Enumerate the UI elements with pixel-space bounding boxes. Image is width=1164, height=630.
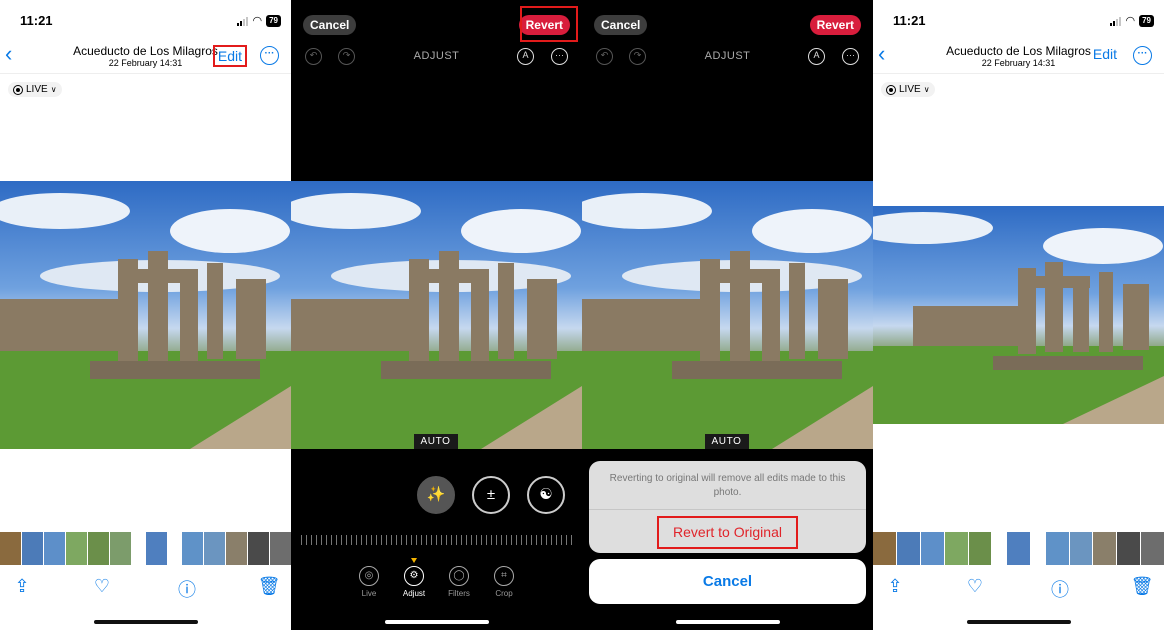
wifi-icon: ◠ (1125, 15, 1136, 27)
tab-live[interactable]: ◎ Live (351, 566, 387, 598)
thumbnail-strip[interactable] (0, 532, 291, 565)
highlight-box (520, 6, 578, 42)
live-icon: ◎ (359, 566, 379, 586)
magic-wand-icon[interactable]: ✨ (417, 476, 455, 514)
chevron-down-icon: ∨ (50, 85, 57, 94)
selected-indicator (411, 558, 417, 563)
status-icons: ◠ 79 (1110, 14, 1154, 27)
panel-adjust-editor: Cancel Revert ↶ ↷ ADJUST A ··· AUTO ✨ ± … (291, 0, 582, 630)
divider (589, 509, 866, 510)
more-icon[interactable]: ··· (1133, 46, 1152, 65)
status-time: 11:21 (893, 13, 926, 28)
panel-photo-reverted: 11:21 ◠ 79 ‹ Acueducto de Los Milagros 2… (873, 0, 1164, 630)
more-icon[interactable]: ··· (551, 48, 568, 65)
cancel-button[interactable]: Cancel (303, 15, 357, 35)
tab-crop[interactable]: ⌗ Crop (486, 566, 522, 598)
battery-badge: 79 (1139, 14, 1154, 27)
photo-header: ‹ Acueducto de Los Milagros 22 February … (873, 40, 1164, 74)
live-icon (886, 84, 896, 95)
sheet-message: Reverting to original will remove all ed… (609, 473, 846, 498)
status-icons: ◠ 79 (237, 14, 281, 27)
share-icon[interactable]: ⇪ (883, 576, 907, 597)
crop-icon: ⌗ (494, 566, 514, 586)
bottom-toolbar: ⇪ ♡ ⓘ 🗑︎ (873, 572, 1164, 602)
edit-button[interactable]: Edit (1090, 45, 1120, 63)
home-indicator[interactable] (966, 620, 1071, 624)
filters-icon: ◯ (449, 566, 469, 586)
live-toggle[interactable]: LIVE ∨ (8, 82, 62, 97)
tab-adjust[interactable]: ⚙ Adjust (396, 558, 432, 598)
wifi-icon: ◠ (252, 15, 263, 27)
home-indicator[interactable] (384, 620, 489, 624)
more-icon[interactable]: ··· (842, 48, 859, 65)
mode-label: ADJUST (704, 50, 751, 62)
live-label: LIVE (26, 84, 48, 95)
comparison-row: 11:21 ◠ 79 ‹ Acueducto de Los Milagros 2… (0, 0, 1164, 630)
markup-icon[interactable]: A (517, 48, 534, 65)
bottom-toolbar: ⇪ ♡ ⓘ 🗑︎ (0, 572, 291, 602)
share-icon[interactable]: ⇪ (10, 576, 34, 597)
status-time: 11:21 (20, 13, 53, 28)
status-bar: 11:21 ◠ 79 (0, 0, 291, 40)
auto-badge[interactable]: AUTO (413, 434, 458, 449)
edit-button[interactable]: Edit (212, 45, 247, 67)
revert-to-original-button[interactable]: Revert to Original (657, 516, 798, 549)
live-toggle[interactable]: LIVE ∨ (881, 82, 935, 97)
tab-filters[interactable]: ◯ Filters (441, 566, 477, 598)
battery-badge: 79 (266, 14, 281, 27)
panel-photo-view: 11:21 ◠ 79 ‹ Acueducto de Los Milagros 2… (0, 0, 291, 630)
photo-image (582, 181, 873, 449)
sheet-cancel-button[interactable]: Cancel (589, 559, 866, 604)
photo-header: ‹ Acueducto de Los Milagros 22 February … (0, 40, 291, 74)
editor-header: ↶ ↷ ADJUST A ··· (582, 45, 873, 69)
trash-icon[interactable]: 🗑︎ (1130, 576, 1154, 597)
exposure-icon[interactable]: ± (472, 476, 510, 514)
adjust-slider[interactable] (301, 535, 572, 545)
signal-icon (1110, 16, 1122, 26)
revert-button[interactable]: Revert (809, 15, 861, 35)
thumbnail-strip[interactable] (873, 532, 1164, 565)
adjust-icon: ⚙ (404, 566, 424, 586)
action-sheet: Reverting to original will remove all ed… (589, 461, 866, 553)
trash-icon[interactable]: 🗑︎ (257, 576, 281, 597)
brilliance-icon[interactable]: ☯ (527, 476, 565, 514)
home-indicator[interactable] (675, 620, 780, 624)
chevron-down-icon: ∨ (923, 85, 930, 94)
auto-badge[interactable]: AUTO (704, 434, 749, 449)
more-icon[interactable]: ··· (260, 46, 279, 65)
adjust-tools: ✨ ± ☯ (291, 476, 582, 516)
photo-title: Acueducto de Los Milagros (946, 44, 1091, 58)
home-indicator[interactable] (93, 620, 198, 624)
panel-revert-confirm: Cancel Revert ↶ ↷ ADJUST A ··· AUTO Reve… (582, 0, 873, 630)
info-sparkle-icon[interactable]: ⓘ (1048, 576, 1072, 602)
photo-image (873, 206, 1164, 424)
photo-date: 22 February 14:31 (108, 58, 183, 68)
editor-tabs: ◎ Live ⚙ Adjust ◯ Filters ⌗ Crop (291, 558, 582, 602)
signal-icon (237, 16, 249, 26)
markup-icon[interactable]: A (808, 48, 825, 65)
heart-icon[interactable]: ♡ (963, 576, 987, 597)
status-bar: 11:21 ◠ 79 (873, 0, 1164, 40)
cancel-button[interactable]: Cancel (594, 15, 648, 35)
photo-date: 22 February 14:31 (981, 58, 1056, 68)
heart-icon[interactable]: ♡ (90, 576, 114, 597)
photo-title: Acueducto de Los Milagros (73, 44, 218, 58)
live-label: LIVE (899, 84, 921, 95)
editor-header: ↶ ↷ ADJUST A ··· (291, 45, 582, 69)
photo-image (291, 181, 582, 449)
info-sparkle-icon[interactable]: ⓘ (175, 576, 199, 602)
mode-label: ADJUST (413, 50, 460, 62)
live-icon (13, 84, 23, 95)
photo-image (0, 181, 291, 449)
